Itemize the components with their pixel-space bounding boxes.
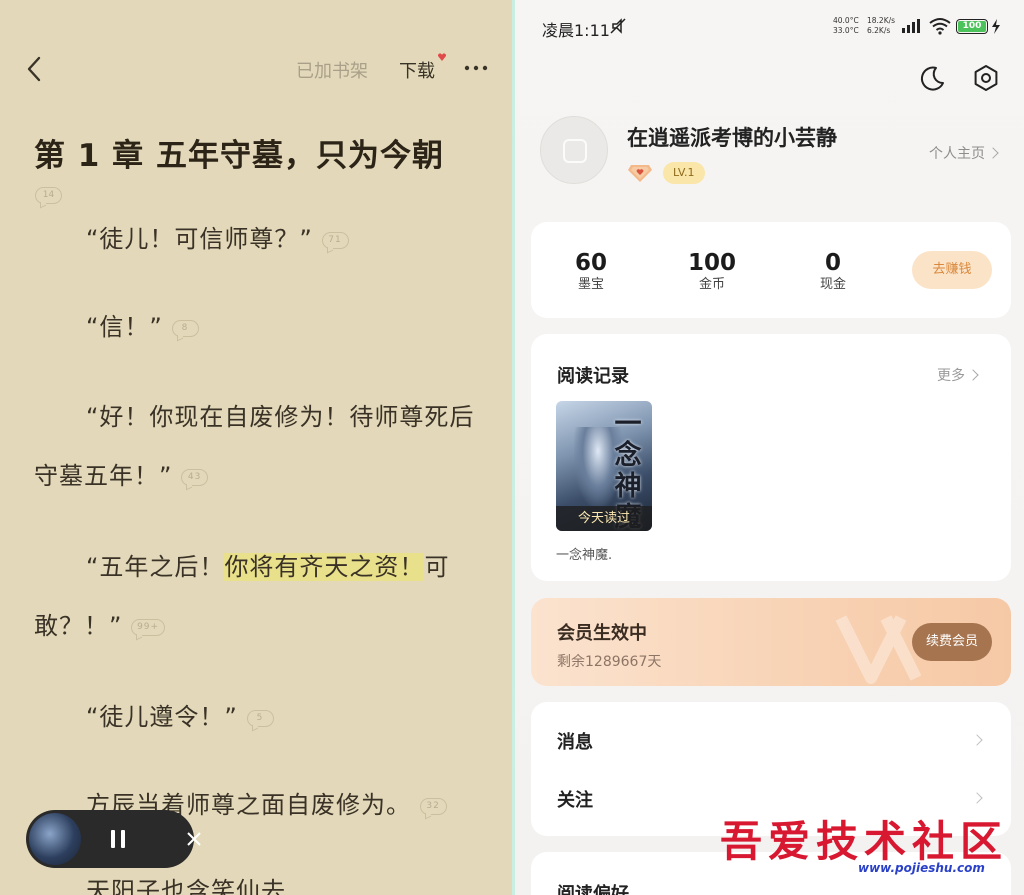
paragraph: “徒儿！可信师尊？” 71 (34, 210, 484, 269)
level-badge: LV.1 (663, 162, 705, 184)
comment-bubble[interactable]: 32 (419, 797, 447, 815)
paragraph-text: “信！” (86, 313, 163, 341)
read-today-badge: 今天读过 (556, 506, 652, 531)
paragraph-text: “好！你现在自废修为！待师尊死后守墓五年！” (34, 403, 475, 490)
download-button[interactable]: 下载 (399, 57, 435, 83)
paragraph-text: 天阳子也含笑仙去 (86, 877, 286, 895)
paragraph: “好！你现在自废修为！待师尊死后守墓五年！” 43 (34, 388, 484, 506)
paragraph: “徒儿遵令！” 5 (34, 688, 484, 747)
stat-mobao[interactable]: 60 墨宝 (551, 250, 631, 294)
stat-label: 金币 (698, 277, 725, 292)
comment-bubble[interactable]: 71 (321, 231, 349, 249)
reading-history-title: 阅读记录 (557, 366, 629, 387)
personal-homepage-link[interactable]: 个人主页 (929, 143, 999, 163)
username: 在逍遥派考博的小芸静 (627, 126, 837, 150)
paragraph-text: “徒儿！可信师尊？” (86, 225, 313, 253)
stat-value: 100 (687, 250, 736, 276)
reader-panel: 已加书架 下载 第 1 章 五年守墓，只为今朝 14 “徒儿！可信师尊？” 71… (0, 0, 512, 895)
membership-status: 会员生效中 (557, 623, 647, 644)
chapter-comment-bubble[interactable]: 14 (35, 187, 62, 204)
menu-item-label: 阅读偏好 (557, 884, 629, 895)
site-watermark: 吾爱技术社区 (720, 817, 1009, 866)
stat-coins[interactable]: 100 金币 (672, 250, 752, 294)
status-temperature: 40.0°C 33.0°C (833, 16, 859, 35)
chevron-right-icon (967, 369, 979, 381)
more-options-icon[interactable] (463, 54, 489, 80)
wifi-icon (929, 18, 951, 35)
added-to-shelf-label[interactable]: 已加书架 (296, 57, 368, 83)
paragraph: “信！” 8 (34, 298, 484, 357)
stat-label: 现金 (819, 277, 846, 292)
settings-icon[interactable] (971, 63, 1001, 93)
comment-bubble[interactable]: 43 (181, 468, 209, 486)
stat-label: 墨宝 (577, 277, 604, 292)
download-badge-icon (437, 53, 447, 61)
player-cover-image[interactable] (29, 813, 81, 865)
chevron-right-icon (971, 734, 983, 746)
comment-bubble[interactable]: 8 (171, 319, 199, 337)
paragraph-text: “徒儿遵令！” (86, 703, 238, 731)
back-arrow-icon[interactable] (22, 54, 48, 84)
night-mode-icon[interactable] (917, 64, 947, 94)
status-network-speed: 18.2K/s 6.2K/s (867, 16, 896, 35)
chapter-title: 第 1 章 五年守墓，只为今朝 (34, 138, 444, 174)
wallet-stats-card: 60 墨宝 100 金币 0 现金 去赚钱 (531, 222, 1011, 318)
site-watermark-url: www.pojieshu.com (858, 861, 985, 875)
menu-item-label: 关注 (557, 790, 593, 811)
book-name[interactable]: 一念神魔. (556, 544, 612, 563)
menu-item-label: 消息 (557, 732, 593, 753)
stat-value: 0 (824, 250, 841, 276)
membership-remaining: 剩余1289667天 (557, 654, 662, 670)
renew-membership-button[interactable]: 续费会员 (912, 623, 992, 661)
profile-panel: 凌晨1:11 40.0°C 33.0°C 18.2K/s 6.2K/s 100 … (512, 0, 1024, 895)
battery-icon: 100 (956, 19, 988, 34)
diamond-badge-icon (628, 165, 652, 182)
paragraph-text: “五年之后！ (86, 553, 225, 581)
book-cover[interactable]: 一念神魔 今天读过 (556, 401, 652, 531)
comment-bubble[interactable]: 5 (246, 709, 274, 727)
avatar-placeholder-icon (563, 139, 587, 163)
membership-card: 会员生效中 剩余1289667天 续费会员 (531, 598, 1011, 686)
pause-icon[interactable] (106, 827, 130, 851)
battery-level: 100 (958, 21, 986, 32)
avatar[interactable] (540, 116, 608, 184)
earn-money-button[interactable]: 去赚钱 (912, 251, 992, 289)
charging-icon (992, 19, 1000, 34)
mute-icon (610, 18, 626, 34)
stat-cash[interactable]: 0 现金 (793, 250, 873, 294)
more-link[interactable]: 更多 (937, 365, 979, 385)
close-icon[interactable] (186, 831, 202, 847)
menu-item-messages[interactable]: 消息 (557, 712, 985, 770)
comment-bubble[interactable]: 99+ (131, 618, 166, 636)
paragraph: “五年之后！你将有齐天之资！可敢？！” 99+ (34, 538, 484, 656)
signal-icon (902, 19, 920, 33)
chevron-right-icon (987, 147, 999, 159)
audio-player[interactable] (26, 810, 201, 868)
reading-history-card: 阅读记录 更多 一念神魔 今天读过 一念神魔. (531, 334, 1011, 581)
chevron-right-icon (971, 792, 983, 804)
status-time: 凌晨1:11 (542, 21, 610, 40)
stat-value: 60 (574, 250, 607, 276)
highlighted-text[interactable]: 你将有齐天之资！ (224, 553, 425, 581)
